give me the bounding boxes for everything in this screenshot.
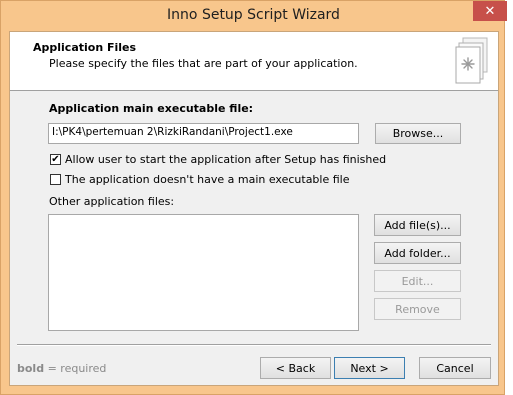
- remove-button[interactable]: Remove: [374, 298, 461, 320]
- close-icon: ✕: [484, 3, 496, 19]
- next-button[interactable]: Next >: [334, 357, 405, 379]
- browse-button[interactable]: Browse...: [375, 123, 461, 144]
- required-hint: bold = required: [17, 362, 106, 375]
- main-exe-field[interactable]: I:\PK4\pertemuan 2\RizkiRandani\Project1…: [48, 123, 359, 144]
- no-main-exe-label[interactable]: The application doesn't have a main exec…: [65, 173, 350, 186]
- required-hint-bold: bold: [17, 362, 45, 375]
- edit-button[interactable]: Edit...: [374, 270, 461, 292]
- no-main-exe-checkbox[interactable]: [50, 174, 61, 185]
- window-title: Inno Setup Script Wizard: [167, 7, 340, 23]
- page-header: Application Files Please specify the fil…: [10, 32, 498, 91]
- allow-start-checkbox[interactable]: ✔: [50, 154, 61, 165]
- back-button[interactable]: < Back: [260, 357, 331, 379]
- cancel-button[interactable]: Cancel: [419, 357, 491, 379]
- title-bar[interactable]: Inno Setup Script Wizard ✕: [1, 1, 507, 31]
- page-title: Application Files: [33, 41, 137, 54]
- allow-start-label[interactable]: Allow user to start the application afte…: [65, 153, 386, 166]
- footer-divider: [17, 344, 491, 346]
- required-hint-text: = required: [44, 362, 107, 375]
- page-description: Please specify the files that are part o…: [49, 57, 358, 70]
- document-star-icon: [455, 37, 488, 84]
- wizard-window: Inno Setup Script Wizard ✕ Application F…: [0, 0, 507, 395]
- add-folder-button[interactable]: Add folder...: [374, 242, 461, 264]
- other-files-list[interactable]: [48, 214, 359, 331]
- add-files-button[interactable]: Add file(s)...: [374, 214, 461, 236]
- other-files-label: Other application files:: [49, 195, 175, 208]
- close-button[interactable]: ✕: [473, 1, 507, 21]
- main-exe-label: Application main executable file:: [49, 102, 254, 115]
- dialog-client-area: Application Files Please specify the fil…: [9, 31, 499, 386]
- checkmark-icon: ✔: [51, 153, 60, 165]
